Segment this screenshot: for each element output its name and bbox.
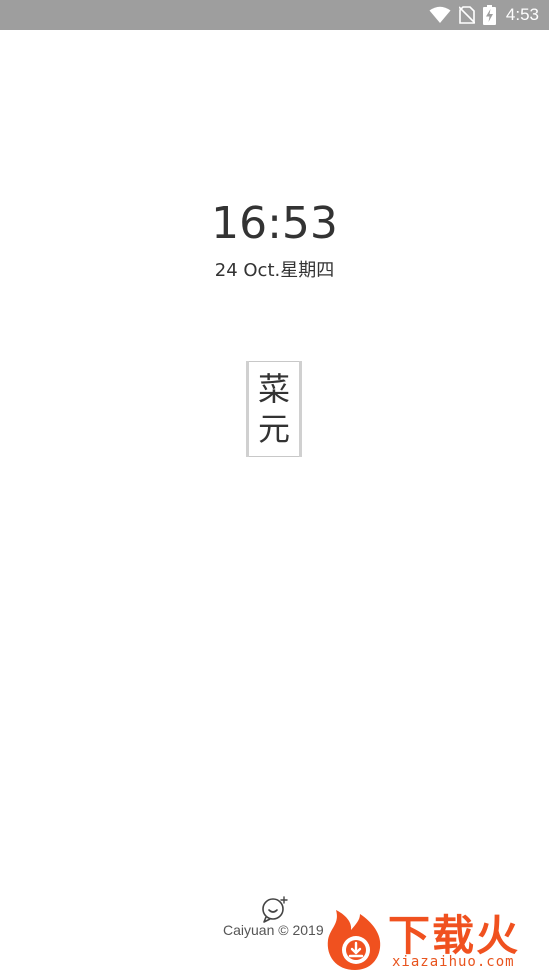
flame-logo-icon <box>322 906 388 972</box>
lock-screen: 4:53 16:53 24 Oct.星期四 菜元 Caiyuan © 2019 <box>0 0 549 976</box>
seal-characters: 菜元 <box>258 370 291 448</box>
seal-text: 菜元 <box>246 369 302 449</box>
chat-bubble-icon <box>260 894 290 924</box>
no-sim-icon <box>458 6 475 24</box>
status-icons: 4:53 <box>429 0 539 30</box>
lock-clock: 16:53 <box>211 198 338 249</box>
lock-date: 24 Oct.星期四 <box>214 260 335 281</box>
status-bar: 4:53 <box>0 0 549 30</box>
watermark-url: xiazaihuo.com <box>392 954 515 970</box>
app-logo-seal: 菜元 <box>246 361 302 457</box>
copyright-text: Caiyuan © 2019 <box>223 922 324 938</box>
wifi-icon <box>429 6 451 24</box>
watermark: 下载火 xiazaihuo.com <box>322 902 546 974</box>
battery-charging-icon <box>482 5 496 25</box>
status-time: 4:53 <box>505 5 539 24</box>
